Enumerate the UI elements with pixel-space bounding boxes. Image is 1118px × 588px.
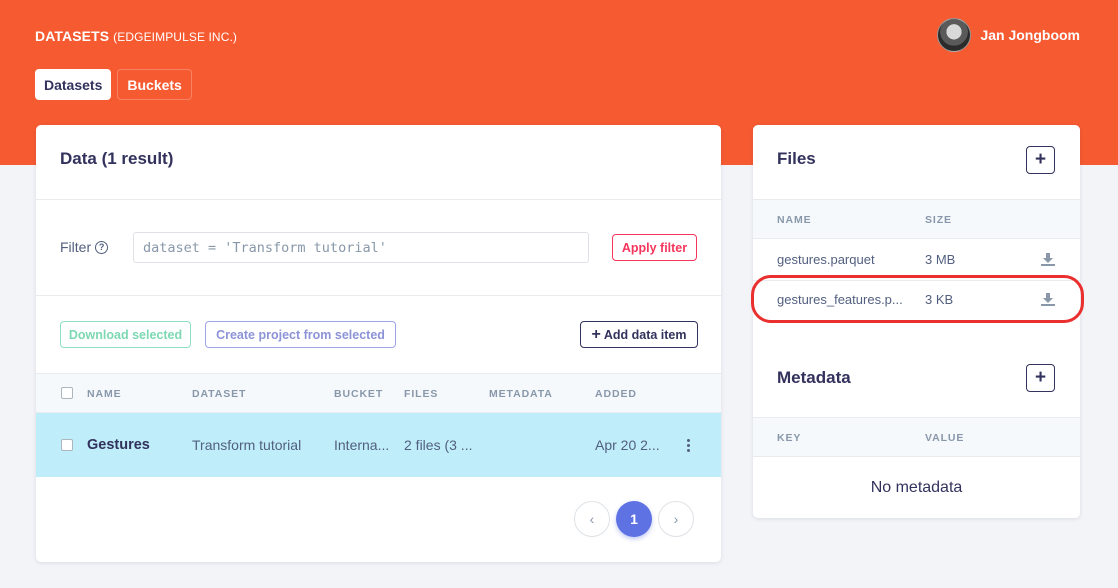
metadata-column-key: KEY bbox=[777, 432, 802, 444]
column-header-bucket[interactable]: BUCKET bbox=[334, 388, 383, 400]
metadata-column-value: VALUE bbox=[925, 432, 965, 444]
add-data-item-label: Add data item bbox=[603, 327, 687, 342]
file-size: 3 MB bbox=[925, 252, 956, 267]
column-header-added[interactable]: ADDED bbox=[595, 388, 637, 400]
page-title: DATASETS (EDGEIMPULSE INC.) bbox=[35, 28, 237, 44]
tab-buckets[interactable]: Buckets bbox=[117, 69, 192, 100]
download-icon[interactable] bbox=[1041, 253, 1055, 266]
user-menu[interactable]: Jan Jongboom bbox=[937, 18, 1080, 52]
row-added: Apr 20 2... bbox=[595, 437, 660, 453]
files-card-title: Files bbox=[777, 149, 816, 168]
plus-icon: + bbox=[1034, 149, 1047, 170]
table-row[interactable]: Gestures Transform tutorial Interna... 2… bbox=[36, 413, 721, 477]
pagination-page-1[interactable]: 1 bbox=[616, 501, 652, 537]
pagination-next-button[interactable]: › bbox=[658, 501, 694, 537]
more-vertical-icon[interactable] bbox=[687, 439, 691, 452]
add-data-item-button[interactable]: + Add data item bbox=[580, 321, 698, 348]
add-metadata-button[interactable]: + bbox=[1026, 364, 1055, 392]
files-table-header: NAME SIZE bbox=[753, 199, 1080, 239]
user-name: Jan Jongboom bbox=[980, 27, 1080, 43]
data-card: Data (1 result) Filter ? dataset = 'Tran… bbox=[36, 125, 721, 562]
filter-label-text: Filter bbox=[60, 239, 92, 255]
select-all-checkbox[interactable] bbox=[61, 387, 73, 399]
page-title-text: DATASETS bbox=[35, 28, 110, 44]
row-name: Gestures bbox=[87, 437, 150, 453]
plus-icon: + bbox=[1034, 367, 1047, 388]
avatar[interactable] bbox=[937, 18, 972, 52]
metadata-card-title: Metadata bbox=[777, 368, 851, 387]
data-card-title: Data (1 result) bbox=[60, 149, 174, 168]
row-bucket: Interna... bbox=[334, 437, 390, 453]
divider bbox=[36, 199, 721, 200]
question-circle-icon[interactable]: ? bbox=[95, 240, 109, 254]
filter-input[interactable]: dataset = 'Transform tutorial' bbox=[133, 232, 589, 263]
pagination-prev-button[interactable]: ‹ bbox=[574, 501, 610, 537]
plus-icon: + bbox=[591, 325, 601, 343]
column-header-dataset[interactable]: DATASET bbox=[192, 388, 246, 400]
add-file-button[interactable]: + bbox=[1026, 146, 1055, 174]
row-checkbox[interactable] bbox=[61, 439, 73, 451]
tab-datasets[interactable]: Datasets bbox=[35, 69, 112, 100]
filter-input-value: dataset = 'Transform tutorial' bbox=[143, 239, 387, 256]
divider bbox=[36, 295, 721, 296]
create-project-from-selected-button[interactable]: Create project from selected bbox=[205, 321, 396, 348]
apply-filter-button[interactable]: Apply filter bbox=[612, 234, 697, 261]
file-name[interactable]: gestures.parquet bbox=[777, 252, 875, 267]
table-header: NAME DATASET BUCKET FILES METADATA ADDED bbox=[36, 373, 721, 413]
column-header-files[interactable]: FILES bbox=[404, 388, 438, 400]
row-files: 2 files (3 ... bbox=[404, 437, 473, 453]
metadata-table-header: KEY VALUE bbox=[753, 417, 1080, 457]
files-column-name: NAME bbox=[777, 214, 812, 226]
no-metadata-text: No metadata bbox=[870, 479, 963, 496]
org-name: (EDGEIMPULSE INC.) bbox=[113, 30, 237, 44]
highlight-annotation bbox=[751, 275, 1084, 323]
download-selected-button[interactable]: Download selected bbox=[60, 321, 191, 348]
tab-bar: Datasets Buckets bbox=[35, 69, 192, 100]
column-header-metadata[interactable]: METADATA bbox=[489, 388, 553, 400]
filter-label: Filter ? bbox=[60, 239, 109, 255]
row-dataset: Transform tutorial bbox=[192, 437, 302, 453]
files-column-size: SIZE bbox=[925, 214, 952, 226]
column-header-name[interactable]: NAME bbox=[87, 388, 122, 400]
